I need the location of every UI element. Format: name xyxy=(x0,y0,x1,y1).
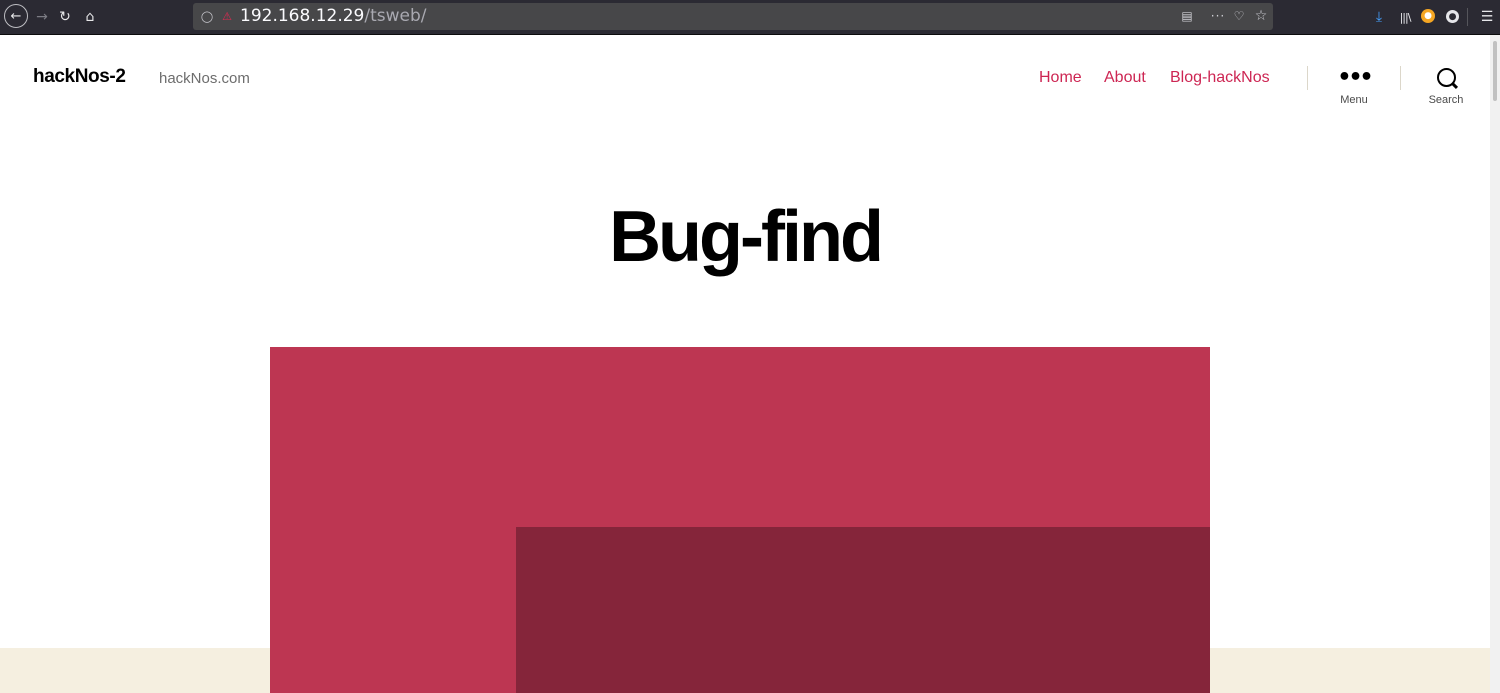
search-toggle-button[interactable]: Search xyxy=(1416,66,1476,110)
menu-label: Menu xyxy=(1340,94,1368,106)
url-path: /tsweb/ xyxy=(364,6,427,26)
url-host: 192.168.12.29 xyxy=(240,6,365,26)
search-label: Search xyxy=(1428,94,1464,106)
header-divider xyxy=(1307,66,1308,90)
back-arrow-icon[interactable]: ← xyxy=(4,4,28,28)
menu-toggle-button[interactable]: ••• Menu xyxy=(1324,66,1384,110)
browser-toolbar: ← → ↻ ⌂ ◯ ⚠ 192.168.12.29/tsweb/ ▤ ··· ♡… xyxy=(0,0,1500,35)
nav-home-link[interactable]: Home xyxy=(1039,69,1082,87)
header-divider xyxy=(1400,66,1401,90)
forward-arrow-icon[interactable]: → xyxy=(30,5,54,29)
reader-view-icon[interactable]: ▤ xyxy=(1178,7,1196,25)
download-icon[interactable]: ⤓ xyxy=(1370,8,1388,26)
more-dots-icon: ••• xyxy=(1337,65,1373,90)
insecure-lock-icon[interactable]: ⚠ xyxy=(220,9,234,23)
shield-icon[interactable]: ◯ xyxy=(200,8,214,24)
account-icon[interactable]: ● xyxy=(1446,10,1459,23)
more-icon[interactable]: ··· xyxy=(1209,7,1227,25)
site-description: hackNos.com xyxy=(159,70,250,87)
library-icon[interactable]: |||\ xyxy=(1396,8,1414,26)
hamburger-menu-icon[interactable]: ☰ xyxy=(1478,8,1496,26)
reload-icon[interactable]: ↻ xyxy=(53,5,77,29)
toolbar-separator xyxy=(1467,8,1468,26)
star-icon[interactable]: ☆ xyxy=(1252,7,1270,25)
featured-image xyxy=(270,347,1210,693)
post-title: Bug-find xyxy=(609,197,884,277)
scrollbar-thumb[interactable] xyxy=(1493,41,1497,101)
address-bar[interactable]: ◯ ⚠ 192.168.12.29/tsweb/ ▤ ··· ♡ ☆ xyxy=(193,3,1273,30)
extension-icon[interactable]: ● xyxy=(1421,9,1435,23)
pocket-icon[interactable]: ♡ xyxy=(1230,7,1248,25)
page-scrollbar[interactable] xyxy=(1490,35,1500,693)
nav-about-link[interactable]: About xyxy=(1104,69,1146,87)
site-title[interactable]: hackNos-2 xyxy=(33,66,126,88)
home-icon[interactable]: ⌂ xyxy=(78,5,102,29)
nav-blog-link[interactable]: Blog-hackNos xyxy=(1170,69,1270,87)
search-icon xyxy=(1416,66,1476,90)
featured-image-shape xyxy=(516,527,1210,693)
url-text[interactable]: 192.168.12.29/tsweb/ xyxy=(240,5,427,27)
